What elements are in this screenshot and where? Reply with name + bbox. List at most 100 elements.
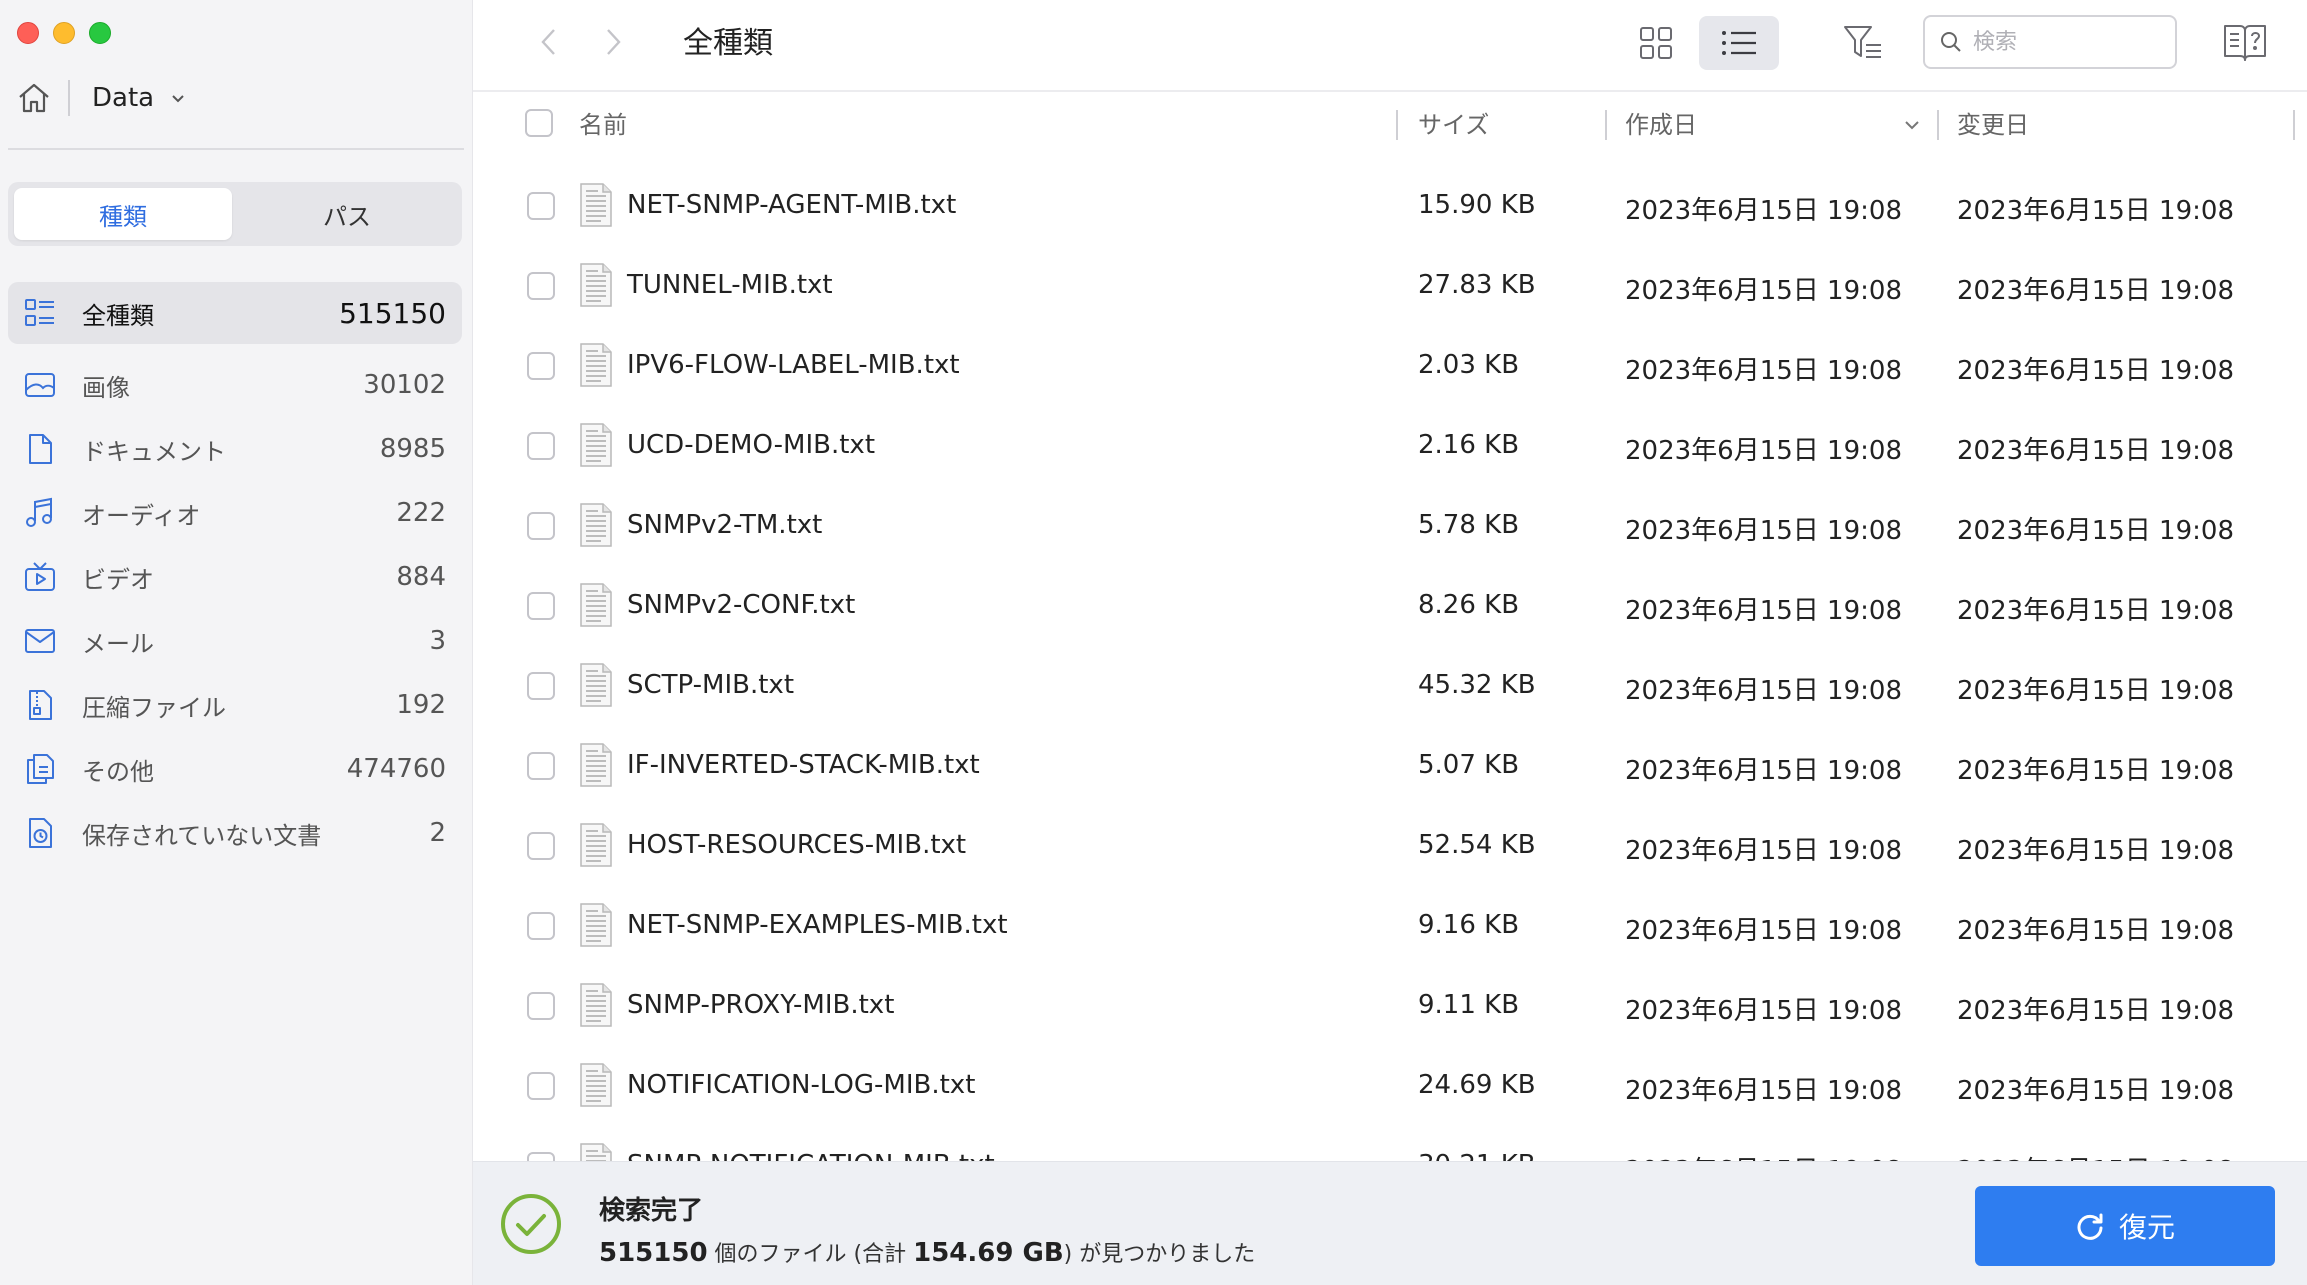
file-name: TUNNEL-MIB.txt bbox=[627, 270, 833, 300]
video-icon bbox=[22, 559, 58, 595]
sidebar-item-other[interactable]: その他 474760 bbox=[8, 738, 462, 800]
home-separator bbox=[68, 80, 70, 116]
status-total-size: 154.69 GB bbox=[913, 1238, 1064, 1268]
grid-icon bbox=[1640, 27, 1672, 59]
sidebar-item-audio[interactable]: オーディオ 222 bbox=[8, 482, 462, 544]
file-modified-date: 2023年6月15日 19:08 bbox=[1957, 756, 2234, 786]
row-checkbox[interactable] bbox=[527, 592, 555, 620]
table-row[interactable]: IPV6-FLOW-LABEL-MIB.txt 2.03 KB 2023年6月15日… bbox=[473, 326, 2307, 406]
close-window-button[interactable] bbox=[17, 22, 39, 44]
column-resize-handle[interactable] bbox=[2293, 110, 2295, 140]
sidebar-item-all-types[interactable]: 全種類 515150 bbox=[8, 282, 462, 344]
minimize-window-button[interactable] bbox=[53, 22, 75, 44]
category-count: 192 bbox=[396, 690, 446, 720]
text-file-icon bbox=[579, 1142, 613, 1161]
file-modified-date: 2023年6月15日 19:08 bbox=[1957, 836, 2234, 866]
tab-type[interactable]: 種類 bbox=[14, 188, 232, 240]
category-count: 474760 bbox=[346, 754, 446, 784]
search-input[interactable] bbox=[1973, 29, 2173, 55]
back-button[interactable] bbox=[529, 22, 569, 62]
row-checkbox[interactable] bbox=[527, 672, 555, 700]
sidebar-item-mail[interactable]: メール 3 bbox=[8, 610, 462, 672]
file-created-date: 2023年6月15日 19:08 bbox=[1625, 916, 1902, 946]
chevron-down-icon[interactable] bbox=[168, 88, 188, 108]
table-row[interactable]: NET-SNMP-AGENT-MIB.txt 15.90 KB 2023年6月15日… bbox=[473, 166, 2307, 246]
text-file-icon bbox=[579, 662, 613, 708]
recover-button[interactable]: 復元 bbox=[1975, 1186, 2275, 1266]
category-count: 8985 bbox=[379, 434, 446, 464]
table-row[interactable]: TUNNEL-MIB.txt 27.83 KB 2023年6月15日 19:08 20… bbox=[473, 246, 2307, 326]
table-row[interactable]: UCD-DEMO-MIB.txt 2.16 KB 2023年6月15日 19:08 2… bbox=[473, 406, 2307, 486]
file-name: NET-SNMP-AGENT-MIB.txt bbox=[627, 190, 957, 220]
sidebar-item-images[interactable]: 画像 30102 bbox=[8, 354, 462, 416]
filter-button[interactable] bbox=[1833, 16, 1893, 70]
file-created-date: 2023年6月15日 19:08 bbox=[1625, 196, 1902, 226]
table-row[interactable]: HOST-RESOURCES-MIB.txt 52.54 KB 2023年6月15日… bbox=[473, 806, 2307, 886]
forward-button[interactable] bbox=[593, 22, 633, 62]
file-created-date: 2023年6月15日 19:08 bbox=[1625, 676, 1902, 706]
category-label: 全種類 bbox=[82, 301, 154, 330]
table-row[interactable]: NET-SNMP-EXAMPLES-MIB.txt 9.16 KB 2023年6月1… bbox=[473, 886, 2307, 966]
row-checkbox[interactable] bbox=[527, 352, 555, 380]
sidebar-item-archives[interactable]: 圧縮ファイル 192 bbox=[8, 674, 462, 736]
column-resize-handle[interactable] bbox=[1937, 110, 1939, 140]
row-checkbox[interactable] bbox=[527, 1072, 555, 1100]
music-note-icon bbox=[22, 495, 58, 531]
row-checkbox[interactable] bbox=[527, 432, 555, 460]
row-checkbox[interactable] bbox=[527, 832, 555, 860]
column-header-row: 名前 サイズ 作成日 変更日 bbox=[473, 92, 2307, 156]
category-label: 画像 bbox=[82, 373, 130, 402]
row-checkbox[interactable] bbox=[527, 992, 555, 1020]
column-header-name[interactable]: 名前 bbox=[579, 110, 627, 140]
table-row[interactable]: NOTIFICATION-LOG-MIB.txt 24.69 KB 2023年6月1… bbox=[473, 1046, 2307, 1126]
table-row[interactable]: SNMPv2-TM.txt 5.78 KB 2023年6月15日 19:08 2023… bbox=[473, 486, 2307, 566]
grid-view-button[interactable] bbox=[1629, 16, 1683, 70]
text-file-icon bbox=[579, 502, 613, 548]
text-file-icon bbox=[579, 902, 613, 948]
file-name: SNMPv2-CONF.txt bbox=[627, 590, 856, 620]
select-all-checkbox[interactable] bbox=[525, 109, 553, 137]
file-modified-date: 2023年6月15日 19:08 bbox=[1957, 196, 2234, 226]
row-checkbox[interactable] bbox=[527, 192, 555, 220]
row-checkbox[interactable] bbox=[527, 512, 555, 540]
list-view-button[interactable] bbox=[1699, 16, 1779, 70]
file-modified-date: 2023年6月15日 19:08 bbox=[1957, 1076, 2234, 1106]
row-checkbox[interactable] bbox=[527, 272, 555, 300]
sidebar-item-video[interactable]: ビデオ 884 bbox=[8, 546, 462, 608]
column-header-created[interactable]: 作成日 bbox=[1625, 110, 1697, 140]
sidebar-item-unsaved-documents[interactable]: 保存されていない文書 2 bbox=[8, 802, 462, 864]
file-name: IPV6-FLOW-LABEL-MIB.txt bbox=[627, 350, 960, 380]
table-row[interactable]: IF-INVERTED-STACK-MIB.txt 5.07 KB 2023年6月1… bbox=[473, 726, 2307, 806]
column-header-modified[interactable]: 変更日 bbox=[1957, 110, 2029, 140]
zoom-window-button[interactable] bbox=[89, 22, 111, 44]
status-bar: 検索完了 515150 個のファイル (合計 154.69 GB) が見つかりま… bbox=[473, 1161, 2307, 1285]
category-count: 884 bbox=[396, 562, 446, 592]
tab-path[interactable]: パス bbox=[238, 188, 456, 240]
drive-label[interactable]: Data bbox=[92, 83, 154, 113]
table-row[interactable]: SNMPv2-CONF.txt 8.26 KB 2023年6月15日 19:08 20… bbox=[473, 566, 2307, 646]
text-file-icon bbox=[579, 262, 613, 308]
file-size: 27.83 KB bbox=[1418, 270, 1536, 300]
sidebar-item-documents[interactable]: ドキュメント 8985 bbox=[8, 418, 462, 480]
category-count: 2 bbox=[429, 818, 446, 848]
category-count: 3 bbox=[429, 626, 446, 656]
column-resize-handle[interactable] bbox=[1396, 110, 1398, 140]
file-name: UCD-DEMO-MIB.txt bbox=[627, 430, 876, 460]
home-icon[interactable] bbox=[14, 78, 54, 118]
refresh-icon bbox=[2077, 1213, 2103, 1240]
sort-descending-icon[interactable] bbox=[1903, 116, 1921, 134]
table-row[interactable]: SCTP-MIB.txt 45.32 KB 2023年6月15日 19:08 2023… bbox=[473, 646, 2307, 726]
column-resize-handle[interactable] bbox=[1605, 110, 1607, 140]
table-row[interactable]: SNMP-PROXY-MIB.txt 9.11 KB 2023年6月15日 19:0… bbox=[473, 966, 2307, 1046]
row-checkbox[interactable] bbox=[527, 752, 555, 780]
file-created-date: 2023年6月15日 19:08 bbox=[1625, 836, 1902, 866]
file-name: SNMP-NOTIFICATION-MIB.txt bbox=[627, 1150, 995, 1161]
help-guide-button[interactable] bbox=[2215, 16, 2275, 70]
text-file-icon bbox=[579, 982, 613, 1028]
column-header-size[interactable]: サイズ bbox=[1418, 110, 1489, 140]
drive-selector-row: Data bbox=[14, 70, 460, 126]
table-row[interactable]: SNMP-NOTIFICATION-MIB.txt 30.21 KB 2023年6月… bbox=[473, 1126, 2307, 1161]
row-checkbox[interactable] bbox=[527, 1152, 555, 1161]
search-field[interactable] bbox=[1923, 15, 2177, 69]
row-checkbox[interactable] bbox=[527, 912, 555, 940]
